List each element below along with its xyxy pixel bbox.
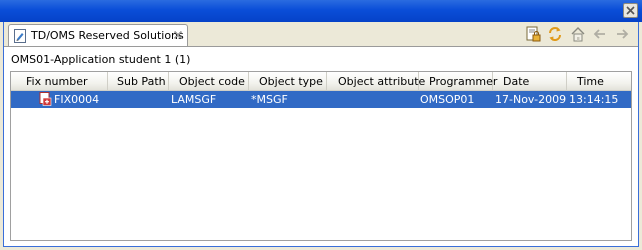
fix-object-icon xyxy=(39,92,52,106)
document-icon xyxy=(14,29,26,43)
cell-date: 17-Nov-2009 xyxy=(495,93,567,106)
column-header-programmer[interactable]: Programmer xyxy=(419,72,497,90)
tab-close-icon[interactable] xyxy=(173,30,183,40)
cell-time: 13:14:15 xyxy=(569,93,619,106)
table-row[interactable]: FIX0004 LAMSGF *MSGF OMSOP01 17-Nov-2009… xyxy=(11,91,631,108)
tab-bar: TD/OMS Reserved Solutions xyxy=(4,22,638,46)
view-content: OMS01-Application student 1 (1) Fix numb… xyxy=(4,46,638,246)
view-frame: TD/OMS Reserved Solutions OMS01-Applicat… xyxy=(3,22,639,247)
close-icon xyxy=(626,6,635,15)
forward-arrow-icon[interactable] xyxy=(614,26,630,42)
column-header-object-type[interactable]: Object type xyxy=(249,72,327,90)
window-titlebar xyxy=(0,0,642,22)
column-header-date[interactable]: Date xyxy=(493,72,567,90)
back-arrow-icon[interactable] xyxy=(592,26,608,42)
cell-fix-number: FIX0004 xyxy=(54,93,100,106)
reserved-solutions-table: Fix number Sub Path Object code Object t… xyxy=(10,71,632,241)
tab-label: TD/OMS Reserved Solutions xyxy=(31,29,184,42)
view-subtitle: OMS01-Application student 1 (1) xyxy=(11,53,191,66)
column-header-time[interactable]: Time xyxy=(567,72,631,90)
column-header-sub-path[interactable]: Sub Path xyxy=(108,72,169,90)
table-header: Fix number Sub Path Object code Object t… xyxy=(11,72,631,91)
refresh-icon[interactable] xyxy=(547,26,563,42)
column-header-object-attribute[interactable]: Object attribute xyxy=(327,72,425,90)
cell-object-code: LAMSGF xyxy=(171,93,217,106)
tab-reserved-solutions[interactable]: TD/OMS Reserved Solutions xyxy=(8,24,188,46)
column-header-fix-number[interactable]: Fix number xyxy=(11,72,108,90)
home-icon[interactable] xyxy=(570,26,586,42)
window-close-button[interactable] xyxy=(623,3,638,18)
cell-object-type: *MSGF xyxy=(251,93,288,106)
cell-programmer: OMSOP01 xyxy=(420,93,475,106)
column-header-object-code[interactable]: Object code xyxy=(169,72,249,90)
lock-report-icon[interactable] xyxy=(525,26,541,42)
